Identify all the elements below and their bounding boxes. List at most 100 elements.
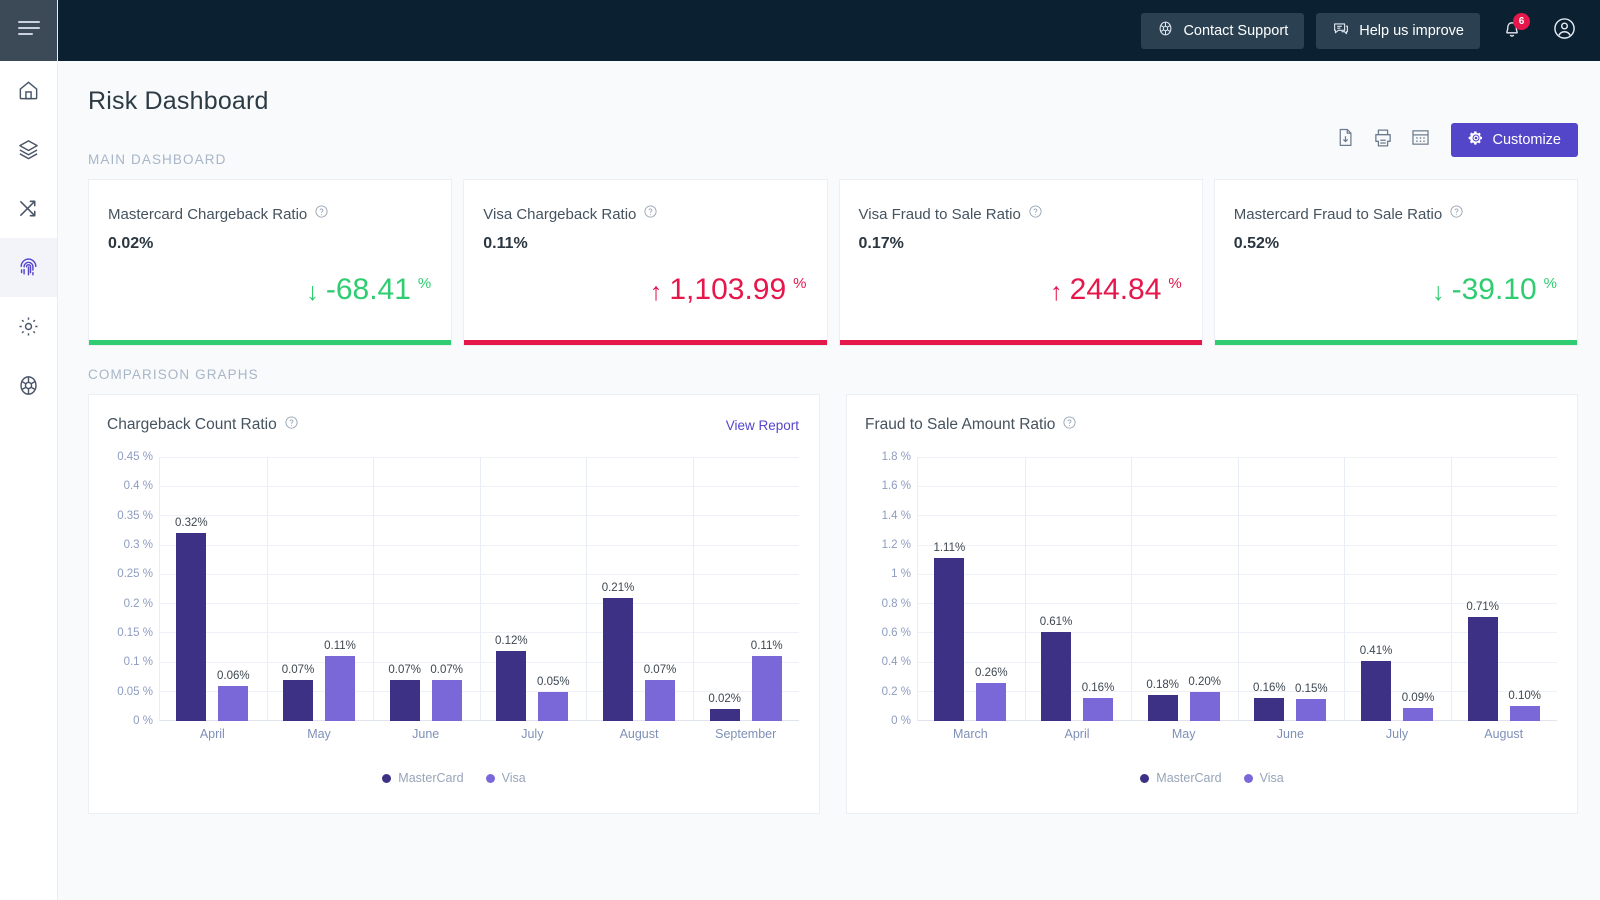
y-axis-tick: 1.4 % <box>881 509 911 522</box>
kpi-delta-value: -68.41 <box>325 273 411 306</box>
bar[interactable] <box>176 533 207 721</box>
x-axis-tick: June <box>1276 727 1304 741</box>
contact-support-button[interactable]: Contact Support <box>1141 12 1305 49</box>
legend-item[interactable]: Visa <box>1243 771 1284 785</box>
chart-group: 0.41% 0.09% <box>1344 457 1451 721</box>
kpi-title: Visa Chargeback Ratio <box>483 205 637 223</box>
customize-button[interactable]: Customize <box>1450 123 1578 157</box>
layers-icon <box>17 138 40 161</box>
bar[interactable] <box>496 650 527 721</box>
legend-item[interactable]: Visa <box>485 771 526 785</box>
bar-column[interactable]: 0.16% <box>1082 457 1114 721</box>
y-axis-tick: 0.4 % <box>123 480 153 493</box>
bar[interactable] <box>1254 697 1285 721</box>
chart-group: 0.12% 0.05% <box>479 457 586 721</box>
chart-group: 0.32% 0.06% <box>159 457 266 721</box>
bar-column[interactable]: 0.09% <box>1402 457 1434 721</box>
bar[interactable] <box>538 691 569 721</box>
question-circle-icon[interactable] <box>643 204 658 224</box>
lifebuoy-icon <box>1157 20 1174 41</box>
bar-column[interactable]: 0.02% <box>708 457 741 721</box>
bar[interactable] <box>1509 706 1540 721</box>
y-axis-tick: 1.2 % <box>881 539 911 551</box>
sidebar-menu-toggle[interactable] <box>0 0 57 61</box>
bar-column[interactable]: 0.06% <box>217 457 250 721</box>
bar[interactable] <box>1083 697 1113 721</box>
bar[interactable] <box>934 558 965 721</box>
bar-column[interactable]: 0.32% <box>175 457 208 721</box>
top-bar: Contact Support Help us improve 6 <box>58 0 1600 61</box>
file-download-icon[interactable] <box>1335 127 1356 153</box>
bar[interactable] <box>1467 616 1498 721</box>
question-circle-icon[interactable] <box>1028 204 1043 224</box>
bar-column[interactable]: 0.71% <box>1466 457 1499 721</box>
sidebar-item-risk[interactable] <box>0 238 57 297</box>
bar[interactable] <box>325 656 355 721</box>
bar-column[interactable]: 0.05% <box>537 457 570 721</box>
bar[interactable] <box>1041 631 1071 721</box>
legend-item[interactable]: MasterCard <box>382 771 464 785</box>
bar[interactable] <box>389 679 420 721</box>
bar-column[interactable]: 0.16% <box>1253 457 1286 721</box>
kpi-card: Visa Chargeback Ratio 0.11% ↑ 1,103.99% <box>463 179 828 346</box>
printer-icon[interactable] <box>1372 127 1394 154</box>
bar-value-label: 0.16% <box>1253 681 1286 694</box>
gear-icon <box>17 315 40 338</box>
bar[interactable] <box>645 679 676 721</box>
bar-column[interactable]: 0.21% <box>602 457 634 721</box>
bar[interactable] <box>1403 707 1434 721</box>
bar[interactable] <box>603 597 634 721</box>
x-axis-tick: May <box>1171 727 1196 741</box>
bar-column[interactable]: 0.41% <box>1360 457 1392 721</box>
chart-group: 0.21% 0.07% <box>586 457 693 721</box>
trend-arrow-icon: ↓ <box>306 278 319 306</box>
bar-column[interactable]: 0.12% <box>495 457 528 721</box>
kpi-status-bar <box>464 340 827 345</box>
bar[interactable] <box>751 656 782 721</box>
bar[interactable] <box>1296 699 1327 721</box>
sidebar-item-support[interactable] <box>0 356 57 415</box>
view-report-link[interactable]: View Report <box>726 418 799 433</box>
legend-item[interactable]: MasterCard <box>1140 771 1222 785</box>
account-button[interactable] <box>1544 11 1584 51</box>
bar-column[interactable]: 0.26% <box>975 457 1008 721</box>
bar-column[interactable]: 1.11% <box>933 457 965 721</box>
question-circle-icon[interactable] <box>284 415 299 435</box>
kpi-header: Mastercard Fraud to Sale Ratio <box>1234 204 1555 224</box>
bar[interactable] <box>283 679 313 721</box>
sidebar-item-home[interactable] <box>0 61 57 120</box>
bar[interactable] <box>218 685 249 721</box>
bar[interactable] <box>1189 691 1220 721</box>
bar[interactable] <box>431 679 462 721</box>
y-axis-tick: 1 % <box>891 568 911 581</box>
bar-column[interactable]: 0.07% <box>430 457 463 721</box>
question-circle-icon[interactable] <box>1449 204 1464 224</box>
help-us-improve-button[interactable]: Help us improve <box>1316 12 1480 49</box>
kpi-delta: ↑ 1,103.99% <box>650 275 807 305</box>
question-circle-icon[interactable] <box>1062 415 1077 435</box>
sidebar-item-layers[interactable] <box>0 120 57 179</box>
notifications-button[interactable]: 6 <box>1492 11 1532 51</box>
question-circle-icon[interactable] <box>314 204 329 224</box>
chart-title: Fraud to Sale Amount Ratio <box>865 416 1056 433</box>
bar-column[interactable]: 0.18% <box>1146 457 1179 721</box>
bar-column[interactable]: 0.07% <box>644 457 676 721</box>
bar-column[interactable]: 0.15% <box>1295 457 1328 721</box>
bar-column[interactable]: 0.61% <box>1040 457 1072 721</box>
sidebar-item-settings[interactable] <box>0 297 57 356</box>
bar-column[interactable]: 0.11% <box>751 457 783 721</box>
bar-column[interactable]: 0.07% <box>388 457 421 721</box>
y-axis-tick: 0.35 % <box>117 509 153 522</box>
y-axis-tick: 0 % <box>891 715 911 727</box>
bar-column[interactable]: 0.20% <box>1188 457 1221 721</box>
bar[interactable] <box>1147 694 1178 721</box>
bar-column[interactable]: 0.07% <box>282 457 314 721</box>
bar-column[interactable]: 0.10% <box>1508 457 1541 721</box>
bar-column[interactable]: 0.11% <box>324 457 356 721</box>
bar[interactable] <box>976 682 1007 721</box>
bar[interactable] <box>1361 660 1392 721</box>
chart-x-axis: March April May June July August <box>917 721 1557 747</box>
bar[interactable] <box>709 709 740 721</box>
grid-table-icon[interactable] <box>1410 127 1431 153</box>
sidebar-item-transactions[interactable] <box>0 179 57 238</box>
